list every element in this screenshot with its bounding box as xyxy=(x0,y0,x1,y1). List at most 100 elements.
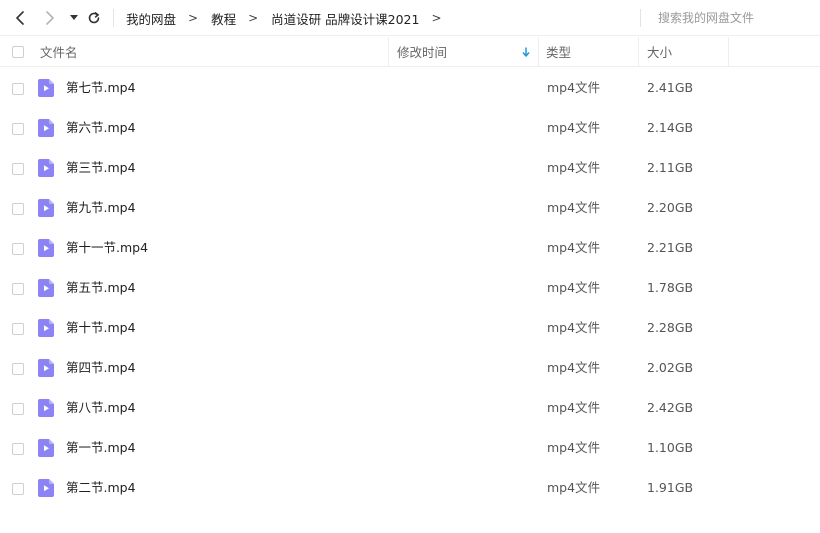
breadcrumb-separator: > xyxy=(248,11,259,25)
file-name: 第五节.mp4 xyxy=(66,280,136,295)
search-input[interactable] xyxy=(658,9,808,27)
refresh-button[interactable] xyxy=(84,8,104,28)
file-row[interactable]: 第七节.mp4 mp4文件 2.41GB xyxy=(0,68,820,108)
video-file-icon xyxy=(38,319,54,337)
file-type: mp4文件 xyxy=(547,120,601,135)
file-size: 1.78GB xyxy=(647,280,694,295)
column-header-type[interactable]: 类型 xyxy=(546,37,638,66)
file-row-checkbox[interactable] xyxy=(12,363,24,375)
video-file-icon xyxy=(38,119,54,137)
file-row-checkbox[interactable] xyxy=(12,323,24,335)
file-name: 第八节.mp4 xyxy=(66,400,136,415)
top-toolbar: 我的网盘 > 教程 > 尚道设研 品牌设计课2021 > xyxy=(0,0,820,36)
file-row[interactable]: 第四节.mp4 mp4文件 2.02GB xyxy=(0,348,820,388)
column-divider[interactable] xyxy=(388,37,389,66)
file-name: 第一节.mp4 xyxy=(66,440,136,455)
file-list-header: 文件名 修改时间 类型 大小 xyxy=(0,37,820,67)
video-file-icon xyxy=(38,159,54,177)
file-name: 第十节.mp4 xyxy=(66,320,136,335)
column-header-name[interactable]: 文件名 xyxy=(40,37,388,66)
video-file-icon xyxy=(38,239,54,257)
file-size: 2.42GB xyxy=(647,400,694,415)
file-name: 第二节.mp4 xyxy=(66,480,136,495)
file-name: 第十一节.mp4 xyxy=(66,240,149,255)
forward-button[interactable] xyxy=(40,8,60,28)
video-file-icon xyxy=(38,279,54,297)
file-type: mp4文件 xyxy=(547,200,601,215)
file-name: 第九节.mp4 xyxy=(66,200,136,215)
video-file-icon xyxy=(38,359,54,377)
file-type: mp4文件 xyxy=(547,160,601,175)
chevron-right-icon xyxy=(46,11,54,25)
file-size: 2.20GB xyxy=(647,200,694,215)
file-type: mp4文件 xyxy=(547,240,601,255)
file-name: 第六节.mp4 xyxy=(66,120,136,135)
column-header-modified-label: 修改时间 xyxy=(397,45,448,60)
file-row-checkbox[interactable] xyxy=(12,123,24,135)
file-size: 2.11GB xyxy=(647,160,694,175)
file-row-checkbox[interactable] xyxy=(12,283,24,295)
breadcrumb-item-current-folder[interactable]: 尚道设研 品牌设计课2021 xyxy=(271,9,419,28)
file-row[interactable]: 第九节.mp4 mp4文件 2.20GB xyxy=(0,188,820,228)
back-button[interactable] xyxy=(10,8,30,28)
file-size: 2.41GB xyxy=(647,80,694,95)
file-type: mp4文件 xyxy=(547,480,601,495)
file-row-checkbox[interactable] xyxy=(12,203,24,215)
history-dropdown-button[interactable] xyxy=(64,8,84,28)
column-header-size-label: 大小 xyxy=(647,45,673,60)
file-size: 2.28GB xyxy=(647,320,694,335)
column-header-type-label: 类型 xyxy=(546,45,572,60)
breadcrumb-separator[interactable]: > xyxy=(431,11,441,25)
file-size: 2.14GB xyxy=(647,120,694,135)
search-divider xyxy=(640,9,641,27)
column-divider[interactable] xyxy=(538,37,539,66)
file-name: 第七节.mp4 xyxy=(66,80,136,95)
file-type: mp4文件 xyxy=(547,440,601,455)
caret-down-icon xyxy=(70,15,78,20)
file-size: 2.02GB xyxy=(647,360,694,375)
file-row[interactable]: 第二节.mp4 mp4文件 1.91GB xyxy=(0,468,820,508)
file-row-checkbox[interactable] xyxy=(12,403,24,415)
video-file-icon xyxy=(38,199,54,217)
breadcrumb-item-root[interactable]: 我的网盘 xyxy=(126,9,176,28)
column-header-size[interactable]: 大小 xyxy=(647,37,728,66)
column-divider[interactable] xyxy=(638,37,639,66)
column-divider[interactable] xyxy=(728,37,729,66)
file-row[interactable]: 第十一节.mp4 mp4文件 2.21GB xyxy=(0,228,820,268)
file-row[interactable]: 第三节.mp4 mp4文件 2.11GB xyxy=(0,148,820,188)
column-header-modified[interactable]: 修改时间 xyxy=(397,37,538,66)
column-header-name-label: 文件名 xyxy=(40,45,78,60)
file-row[interactable]: 第八节.mp4 mp4文件 2.42GB xyxy=(0,388,820,428)
file-type: mp4文件 xyxy=(547,400,601,415)
breadcrumb-item-tutorials[interactable]: 教程 xyxy=(211,9,236,28)
refresh-icon xyxy=(88,12,100,24)
video-file-icon xyxy=(38,439,54,457)
file-name: 第三节.mp4 xyxy=(66,160,136,175)
file-type: mp4文件 xyxy=(547,80,601,95)
file-row[interactable]: 第十节.mp4 mp4文件 2.28GB xyxy=(0,308,820,348)
file-row-checkbox[interactable] xyxy=(12,83,24,95)
file-size: 1.91GB xyxy=(647,480,694,495)
breadcrumb: 我的网盘 > 教程 > 尚道设研 品牌设计课2021 > xyxy=(126,0,455,36)
file-type: mp4文件 xyxy=(547,280,601,295)
file-row-checkbox[interactable] xyxy=(12,443,24,455)
file-row-checkbox[interactable] xyxy=(12,163,24,175)
file-name: 第四节.mp4 xyxy=(66,360,136,375)
file-type: mp4文件 xyxy=(547,360,601,375)
sort-arrow-down-icon xyxy=(522,47,530,57)
toolbar-divider xyxy=(113,9,114,27)
file-type: mp4文件 xyxy=(547,320,601,335)
file-row[interactable]: 第五节.mp4 mp4文件 1.78GB xyxy=(0,268,820,308)
file-row-checkbox[interactable] xyxy=(12,243,24,255)
file-size: 2.21GB xyxy=(647,240,694,255)
breadcrumb-separator: > xyxy=(188,11,199,25)
chevron-left-icon xyxy=(16,11,24,25)
file-row[interactable]: 第六节.mp4 mp4文件 2.14GB xyxy=(0,108,820,148)
file-row[interactable]: 第一节.mp4 mp4文件 1.10GB xyxy=(0,428,820,468)
file-list: 第七节.mp4 mp4文件 2.41GB 第六节.mp4 mp4文件 2.14G… xyxy=(0,68,820,508)
file-size: 1.10GB xyxy=(647,440,694,455)
select-all-checkbox[interactable] xyxy=(12,46,24,58)
video-file-icon xyxy=(38,79,54,97)
video-file-icon xyxy=(38,399,54,417)
file-row-checkbox[interactable] xyxy=(12,483,24,495)
